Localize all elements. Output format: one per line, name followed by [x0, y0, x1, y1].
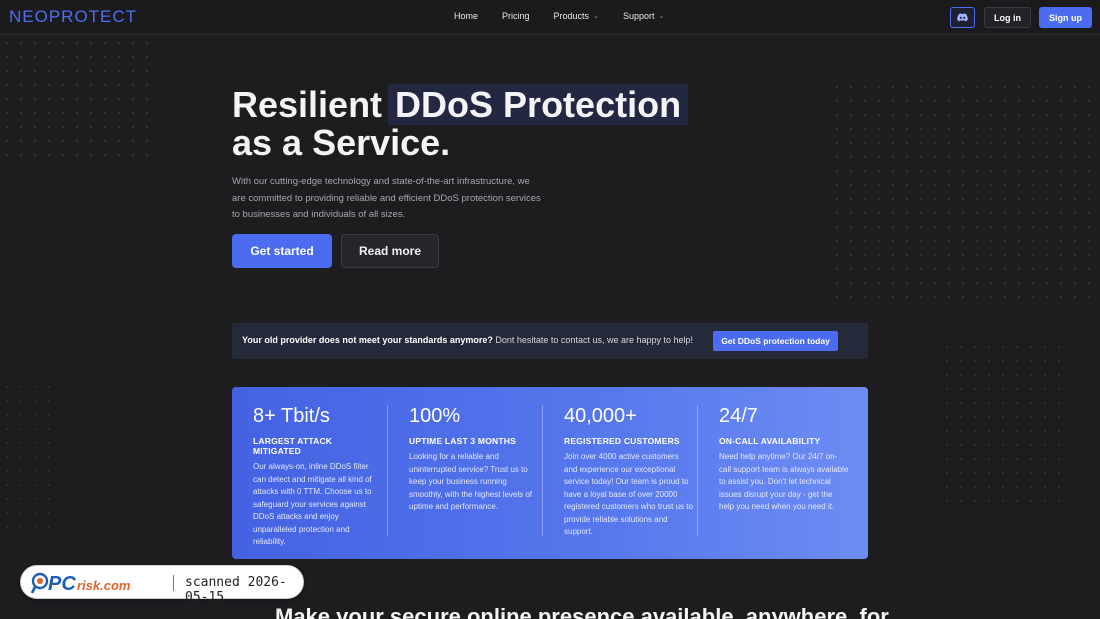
hero-title-text: Resilient [232, 84, 383, 125]
get-started-button[interactable]: Get started [232, 234, 332, 268]
discord-icon [957, 13, 968, 22]
hero-description: With our cutting-edge technology and sta… [232, 176, 541, 220]
stat-description: Our always-on, inline DDoS filter can de… [253, 462, 372, 546]
badge-divider [173, 575, 174, 591]
pcrisk-logo-icon: PC risk.com [31, 572, 131, 595]
stat-description: Need help anytime? Our 24/7 on-call supp… [719, 452, 849, 511]
nav-link-label: Support [622, 11, 655, 21]
stat-value: 24/7 [719, 405, 758, 427]
login-button[interactable]: Log in [984, 7, 1031, 28]
stat-description: Join over 4000 active customers and expe… [564, 452, 693, 536]
hero-title: Resilient DDoS Protection as a Service. [232, 84, 689, 163]
stat-card: 40,000+ REGISTERED CUSTOMERS Join over 4… [542, 405, 697, 536]
stat-card: 8+ Tbit/s LARGEST ATTACK MITIGATED Our a… [232, 405, 387, 546]
main-nav: Home Pricing Products ⌄ Support ⌄ [454, 11, 688, 21]
chevron-down-icon: ⌄ [658, 13, 665, 20]
stat-card: 24/7 ON-CALL AVAILABILITY Need help anyt… [697, 405, 852, 536]
nav-link-home[interactable]: Home [454, 11, 478, 21]
signup-button[interactable]: Sign up [1039, 7, 1092, 28]
nav-link-label: Home [454, 11, 479, 21]
hero-title-highlight: DDoS Protection [388, 84, 689, 125]
banner-text: Your old provider does not meet your sta… [242, 335, 693, 345]
banner-bold-text: Your old provider does not meet your sta… [242, 335, 493, 345]
read-more-button[interactable]: Read more [341, 234, 439, 268]
nav-dropdown-support[interactable]: Support ⌄ [623, 11, 664, 21]
stat-label: UPTIME LAST 3 MONTHS [409, 436, 516, 446]
stat-value: 8+ Tbit/s [253, 405, 330, 427]
svg-text:risk.com: risk.com [77, 578, 131, 593]
decorative-dots [0, 36, 150, 166]
decorative-dots [0, 380, 60, 540]
nav-link-pricing[interactable]: Pricing [502, 11, 530, 21]
get-protection-button[interactable]: Get DDoS protection today [713, 331, 838, 351]
stats-panel: 8+ Tbit/s LARGEST ATTACK MITIGATED Our a… [232, 387, 868, 559]
stat-label: ON-CALL AVAILABILITY [719, 436, 821, 446]
stat-label: LARGEST ATTACK MITIGATED [253, 436, 333, 456]
contact-banner: Your old provider does not meet your sta… [232, 323, 868, 359]
top-navbar: NEOPROTECT Home Pricing Products ⌄ Suppor… [0, 0, 1100, 35]
stat-value: 40,000+ [564, 405, 637, 427]
stat-description: Looking for a reliable and uninterrupted… [409, 452, 533, 511]
banner-body-text: Dont hesitate to contact us, we are happ… [492, 335, 694, 345]
discord-button[interactable] [950, 7, 975, 28]
svg-text:PC: PC [48, 573, 76, 595]
hero-title-line2: as a Service. [232, 122, 451, 163]
section-heading: Make your secure online presence availab… [275, 604, 889, 619]
decorative-dots [830, 80, 1100, 310]
nav-dropdown-products[interactable]: Products ⌄ [554, 11, 599, 21]
chevron-down-icon: ⌄ [593, 13, 599, 20]
decorative-dots [940, 340, 1060, 510]
stat-label: REGISTERED CUSTOMERS [564, 436, 680, 446]
stat-value: 100% [409, 405, 461, 427]
stat-card: 100% UPTIME LAST 3 MONTHS Looking for a … [387, 405, 542, 536]
nav-link-label: Products [553, 11, 590, 21]
nav-link-label: Pricing [502, 11, 530, 21]
site-logo[interactable]: NEOPROTECT [9, 7, 137, 27]
scan-date-text: scanned 2026-05-15 [185, 575, 287, 605]
watermark-badge: PC risk.com scanned 2026-05-15 [20, 565, 304, 605]
